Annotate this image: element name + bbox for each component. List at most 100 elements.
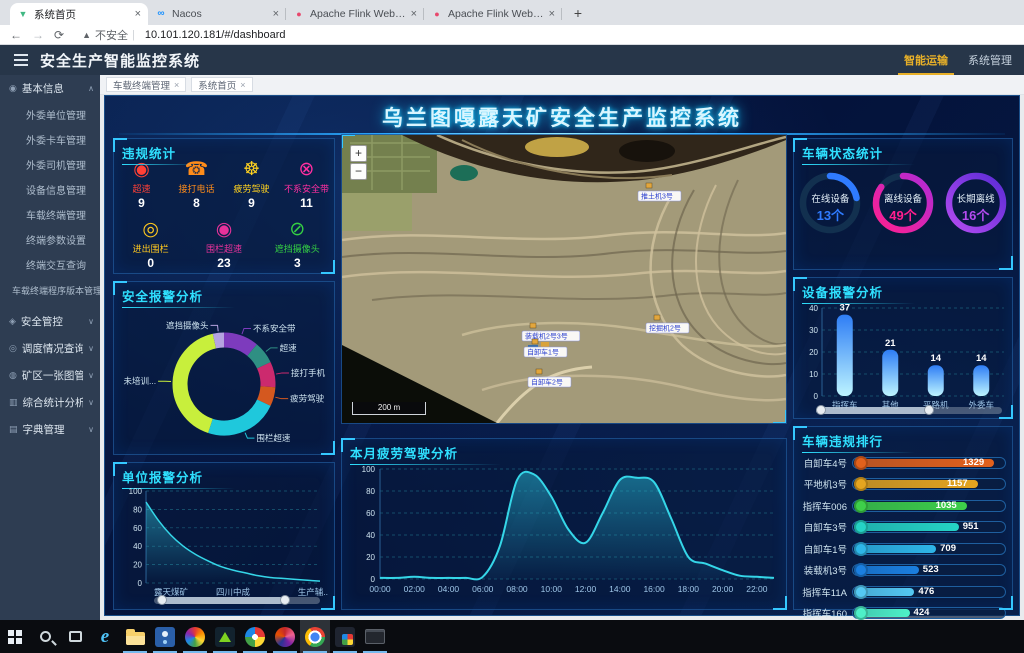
rank-label: 自卸车3号 bbox=[798, 520, 852, 534]
redwheel-taskbar-button[interactable] bbox=[270, 620, 300, 653]
chevron-icon: ∨ bbox=[88, 317, 94, 326]
new-tab-button[interactable]: + bbox=[568, 3, 588, 23]
tab-close-icon[interactable]: × bbox=[411, 8, 417, 20]
violation-stat: ☎接打电话8 bbox=[171, 159, 223, 210]
svg-text:装载机2号3号: 装载机2号3号 bbox=[525, 332, 568, 341]
svg-text:推土机3号: 推土机3号 bbox=[641, 192, 673, 201]
rank-value: 951 bbox=[963, 521, 979, 533]
nav-system-management[interactable]: 系统管理 bbox=[966, 44, 1014, 76]
sidebar-group-icon: ◎ bbox=[9, 343, 17, 354]
violation-value: 0 bbox=[125, 256, 177, 270]
svg-text:06:00: 06:00 bbox=[472, 584, 494, 594]
rank-row: 指挥车11A476 bbox=[794, 581, 1012, 603]
sidebar-group-5[interactable]: ▥综合统计分析∨ bbox=[0, 389, 100, 416]
browser-tab[interactable]: ▼系统首页× bbox=[10, 3, 148, 25]
donut-slice-label: 接打手机 bbox=[291, 368, 326, 378]
sidebar-group-3[interactable]: ◎调度情况查询∨ bbox=[0, 335, 100, 362]
folder-taskbar-button[interactable] bbox=[120, 620, 150, 653]
tab-close-icon[interactable]: × bbox=[549, 8, 555, 20]
rank-label: 指挥车160 bbox=[798, 606, 852, 620]
start-button[interactable] bbox=[0, 620, 30, 653]
ie-taskbar-button[interactable]: e bbox=[90, 620, 120, 653]
map-zoom-out-button[interactable]: − bbox=[350, 163, 367, 180]
forward-icon[interactable]: → bbox=[32, 28, 44, 42]
svg-text:10: 10 bbox=[809, 370, 818, 379]
sidebar-group-4[interactable]: ◍矿区一张图管理∨ bbox=[0, 362, 100, 389]
map-zoom-in-button[interactable]: + bbox=[350, 145, 367, 162]
violation-value: 8 bbox=[171, 196, 223, 210]
chrome-taskbar-button[interactable] bbox=[300, 620, 330, 653]
appblue-taskbar-button[interactable] bbox=[150, 620, 180, 653]
workspace-tab[interactable]: 系统首页× bbox=[191, 77, 252, 92]
sidebar-group-label: 调度情况查询 bbox=[22, 341, 83, 356]
device-chart-datazoom[interactable] bbox=[816, 407, 1002, 414]
rank-label: 指挥车006 bbox=[798, 499, 852, 513]
sidebar-group-2[interactable]: ◈安全管控∨ bbox=[0, 308, 100, 335]
colorwheel-taskbar-button[interactable] bbox=[240, 620, 270, 653]
violation-stat: ◉超速9 bbox=[116, 159, 168, 210]
shot-taskbar-button[interactable] bbox=[330, 620, 360, 653]
sidebar-group-label: 矿区一张图管理 bbox=[22, 368, 83, 383]
nav-intelligent-transport[interactable]: 智能运输 bbox=[902, 44, 950, 76]
rank-dot bbox=[854, 520, 868, 534]
svg-text:20: 20 bbox=[133, 561, 142, 570]
map-scale-bar: 200 m bbox=[352, 402, 426, 415]
donut-slice-label: 不系安全带 bbox=[253, 323, 296, 333]
reload-icon[interactable]: ⟳ bbox=[54, 28, 64, 42]
panel-map: 推土机3号挖掘机2号装载机2号3号自卸车1号自卸车2号 + − 200 m bbox=[341, 134, 787, 424]
tab-close-icon[interactable]: × bbox=[135, 8, 141, 20]
svg-text:20:00: 20:00 bbox=[712, 584, 734, 594]
security-chip[interactable]: ▲ 不安全 | bbox=[82, 27, 135, 43]
sidebar-group-6[interactable]: ▤字典管理∨ bbox=[0, 416, 100, 443]
pinwheel-taskbar-button[interactable] bbox=[180, 620, 210, 653]
ie-icon: e bbox=[101, 627, 109, 646]
sidebar-item[interactable]: 外委卡车管理 bbox=[0, 129, 100, 154]
panel-unit-alarm: 单位报警分析 020406080100露天煤矿四川中成生产辅.. bbox=[113, 462, 335, 610]
svg-text:40: 40 bbox=[809, 304, 818, 313]
desktop: ▼系统首页×∞Nacos×●Apache Flink Web Dashboard… bbox=[0, 0, 1024, 653]
mine-satellite-map[interactable]: 推土机3号挖掘机2号装载机2号3号自卸车1号自卸车2号 bbox=[342, 135, 786, 423]
sidebar-item[interactable]: 外委司机管理 bbox=[0, 154, 100, 179]
ring-value: 16个 bbox=[943, 205, 1009, 224]
alarm-donut-chart: 不系安全带超速接打手机疲劳驾驶围栏超速未培训...遮挡摄像头 bbox=[116, 304, 332, 459]
sidebar-item[interactable]: 车载终端管理 bbox=[0, 204, 100, 229]
sidebar-group-1[interactable]: ◉基本信息∧ bbox=[0, 75, 100, 102]
rank-row: 指挥车0061035 bbox=[794, 495, 1012, 517]
chevron-icon: ∨ bbox=[88, 398, 94, 407]
rank-dot bbox=[854, 542, 868, 556]
search-taskbar-button[interactable] bbox=[30, 620, 60, 653]
rank-row: 平地机3号1157 bbox=[794, 474, 1012, 496]
violation-icon: ⊗ bbox=[281, 159, 333, 181]
sidebar-item[interactable]: 设备信息管理 bbox=[0, 179, 100, 204]
status-ring: 在线设备13个 bbox=[797, 165, 863, 251]
sidebar-item[interactable]: 外委单位管理 bbox=[0, 104, 100, 129]
tab-title: 系统首页 bbox=[34, 7, 130, 22]
hamburger-icon[interactable] bbox=[14, 59, 28, 61]
header-nav: 智能运输 系统管理 bbox=[902, 45, 1014, 75]
browser-tab[interactable]: ●Apache Flink Web Dashboard× bbox=[286, 3, 424, 25]
browser-tab[interactable]: ●Apache Flink Web Dashboard× bbox=[424, 3, 562, 25]
tab-close-icon[interactable]: × bbox=[174, 80, 179, 90]
sidebar-item[interactable]: 车载终端程序版本管理 bbox=[0, 279, 100, 304]
tab-close-icon[interactable]: × bbox=[273, 8, 279, 20]
greentri-icon bbox=[215, 627, 235, 647]
violation-stat: ◎进出围栏0 bbox=[125, 219, 177, 270]
violation-stat: ⊘遮挡摄像头3 bbox=[271, 219, 323, 270]
sidebar-item[interactable]: 终端交互查询 bbox=[0, 254, 100, 279]
donut-slice-label: 遮挡摄像头 bbox=[166, 320, 209, 330]
unit-chart-datazoom[interactable] bbox=[154, 597, 320, 604]
greentri-taskbar-button[interactable] bbox=[210, 620, 240, 653]
browser-tab[interactable]: ∞Nacos× bbox=[148, 3, 286, 25]
workspace-tab[interactable]: 车载终端管理× bbox=[106, 77, 186, 92]
back-icon[interactable]: ← bbox=[10, 28, 22, 42]
sidebar-item[interactable]: 终端参数设置 bbox=[0, 229, 100, 254]
url-text[interactable]: 10.101.120.181/#/dashboard bbox=[145, 29, 286, 41]
tab-close-icon[interactable]: × bbox=[240, 80, 245, 90]
taskview-taskbar-button[interactable] bbox=[60, 620, 90, 653]
violation-value: 9 bbox=[226, 196, 278, 210]
status-ring: 长期离线16个 bbox=[943, 165, 1009, 251]
svg-text:14:00: 14:00 bbox=[609, 584, 631, 594]
cmd-taskbar-button[interactable] bbox=[360, 620, 390, 653]
svg-text:02:00: 02:00 bbox=[404, 584, 426, 594]
svg-text:生产辅..: 生产辅.. bbox=[298, 587, 328, 597]
